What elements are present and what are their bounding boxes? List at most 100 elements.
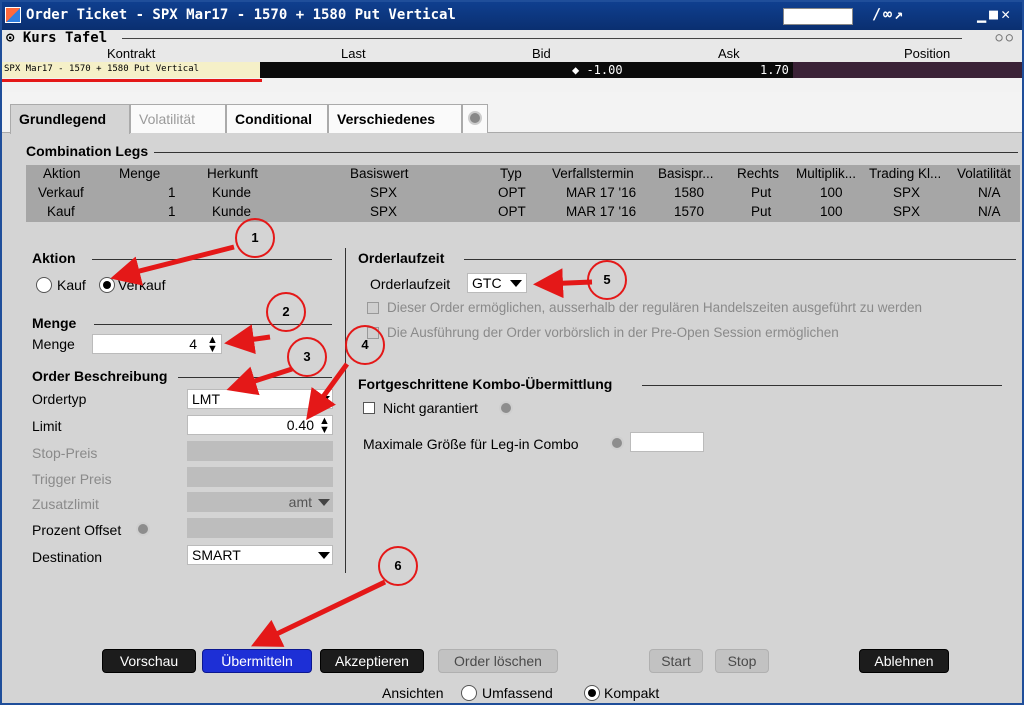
akzeptieren-button[interactable]: Akzeptieren: [320, 649, 424, 673]
column-divider: [345, 248, 346, 573]
legs-header-cell: Herkunft: [207, 166, 259, 181]
leg-verfall: MAR 17 '16: [566, 185, 637, 200]
close-icon[interactable]: ✕: [1001, 5, 1013, 23]
table-row[interactable]: Verkauf 1 Kunde SPX OPT MAR 17 '16 1580 …: [26, 184, 1020, 203]
leg-typ: OPT: [498, 204, 526, 219]
table-row[interactable]: Kauf 1 Kunde SPX OPT MAR 17 '16 1570 Put…: [26, 203, 1020, 222]
ordertyp-select[interactable]: LMT: [187, 389, 333, 409]
annotation-arrow-3: [226, 366, 293, 396]
stop-button[interactable]: Stop: [715, 649, 769, 673]
kompakt-label: Kompakt: [604, 685, 660, 701]
pin-icon[interactable]: ↗: [894, 5, 905, 23]
annotation-arrow-2: [224, 324, 271, 355]
checkbox-nicht-garantiert[interactable]: [363, 402, 375, 414]
radio-kompakt[interactable]: [584, 685, 600, 701]
leg-multiplikator: 100: [820, 185, 843, 200]
radio-umfassend[interactable]: [461, 685, 477, 701]
col-kontrakt: Kontrakt: [107, 46, 156, 61]
leg-rechts: Put: [751, 204, 772, 219]
chevron-down-icon[interactable]: [510, 280, 522, 287]
annotation-arrow-6: [250, 579, 387, 647]
leg-herkunft: Kunde: [212, 204, 252, 219]
legs-header-cell: Menge: [119, 166, 161, 181]
radio-kauf-label: Kauf: [57, 277, 86, 293]
maximize-icon[interactable]: ■: [989, 5, 1001, 23]
legs-header-cell: Trading Kl...: [869, 166, 942, 181]
vorschau-button[interactable]: Vorschau: [102, 649, 196, 673]
tab-conditional[interactable]: Conditional: [226, 104, 328, 133]
minimize-icon[interactable]: ▁: [977, 5, 989, 23]
title-search-box[interactable]: [783, 8, 853, 25]
max-leg-in-label: Maximale Größe für Leg-in Combo: [363, 436, 579, 452]
limit-label: Limit: [32, 418, 62, 434]
menge-label: Menge: [32, 336, 75, 352]
tab-volatilitaet[interactable]: Volatilität: [130, 104, 226, 133]
chevron-down-icon[interactable]: [318, 552, 330, 559]
quote-cells: ◆ -1.00 1.70 ◆: [260, 62, 1022, 78]
limit-stepper-icon[interactable]: ▲ ▼: [319, 416, 330, 436]
tab-bar: Grundlegend Volatilität Conditional Vers…: [2, 92, 1022, 134]
chain-icon[interactable]: ∞: [883, 5, 894, 23]
kurs-tafel-row[interactable]: SPX Mar17 - 1570 + 1580 Put Vertical ◆ -…: [2, 62, 1022, 92]
link-icon[interactable]: ∕: [872, 5, 883, 23]
tab-more[interactable]: [462, 104, 488, 133]
chevron-down-icon[interactable]: [318, 396, 330, 403]
leg-basispreis: 1580: [674, 185, 705, 200]
radio-verkauf-label: Verkauf: [118, 277, 166, 293]
radio-verkauf[interactable]: [99, 277, 115, 293]
zusatzlimit-select[interactable]: amt: [187, 492, 333, 512]
menge-input[interactable]: 4: [92, 334, 222, 354]
legs-header-cell: Basispr...: [658, 166, 714, 181]
bid-value: ◆ -1.00: [572, 63, 623, 77]
title-toolbar: ∕∞↗: [872, 5, 905, 23]
window-controls: ▁■✕: [977, 5, 1013, 23]
tab-verschiedenes[interactable]: Verschiedenes: [328, 104, 462, 133]
stop-preis-label: Stop-Preis: [32, 445, 98, 461]
order-beschreibung-title: Order Beschreibung: [32, 368, 174, 384]
start-button[interactable]: Start: [649, 649, 703, 673]
leg-menge: 1: [168, 185, 176, 200]
leg-trading-klasse: SPX: [893, 204, 921, 219]
legs-header-cell: Multiplik...: [796, 166, 857, 181]
legs-header-cell: Volatilität: [957, 166, 1012, 181]
destination-select[interactable]: SMART: [187, 545, 333, 565]
outside-rth-label: Dieser Order ermöglichen, ausserhalb der…: [387, 300, 923, 315]
window-title: Order Ticket - SPX Mar17 - 1570 + 1580 P…: [26, 7, 456, 23]
annotation-marker-6: 6: [378, 546, 418, 586]
trigger-preis-input[interactable]: [187, 467, 333, 487]
menge-stepper-icon[interactable]: ▲ ▼: [207, 335, 218, 355]
tab-grundlegend[interactable]: Grundlegend: [10, 104, 130, 134]
ablehnen-button[interactable]: Ablehnen: [859, 649, 949, 673]
panel-settings-icon[interactable]: ○○: [996, 30, 1016, 44]
chevron-down-icon[interactable]: [318, 499, 330, 506]
annotation-marker-2: 2: [266, 292, 306, 332]
help-icon[interactable]: [610, 436, 624, 450]
kombo-title: Fortgeschrittene Kombo-Übermittlung: [358, 376, 619, 392]
stop-preis-input[interactable]: [187, 441, 333, 461]
col-position: Position: [904, 46, 951, 61]
leg-verfall: MAR 17 '16: [566, 204, 637, 219]
prozent-offset-input[interactable]: [187, 518, 333, 538]
annotation-arrow-5: [533, 268, 593, 299]
kurs-tafel-columns: Kontrakt Last Bid Ask Position: [2, 46, 1022, 62]
checkbox-outside-rth[interactable]: [367, 302, 379, 314]
help-icon[interactable]: [499, 401, 513, 415]
help-icon[interactable]: [136, 522, 150, 536]
limit-input[interactable]: 0.40: [187, 415, 333, 435]
leg-aktion: Verkauf: [38, 185, 84, 200]
kurs-tafel-header: ⊙ Kurs Tafel ○○: [2, 30, 1022, 46]
legs-header-cell: Typ: [500, 166, 522, 181]
radio-kauf[interactable]: [36, 277, 52, 293]
collapse-icon[interactable]: ⊙: [6, 30, 23, 46]
app-icon: [5, 7, 21, 23]
legs-header-cell: Verfallstermin: [552, 166, 634, 181]
col-bid: Bid: [532, 46, 551, 61]
umfassend-label: Umfassend: [482, 685, 553, 701]
max-leg-in-input[interactable]: [630, 432, 704, 452]
uebermitteln-button[interactable]: Übermitteln: [202, 649, 312, 673]
annotation-marker-1: 1: [235, 218, 275, 258]
position-cell: [793, 62, 1022, 78]
order-loeschen-button[interactable]: Order löschen: [438, 649, 558, 673]
combination-legs-table: Aktion Menge Herkunft Basiswert Typ Verf…: [26, 165, 1020, 222]
ansichten-label: Ansichten: [382, 685, 444, 701]
